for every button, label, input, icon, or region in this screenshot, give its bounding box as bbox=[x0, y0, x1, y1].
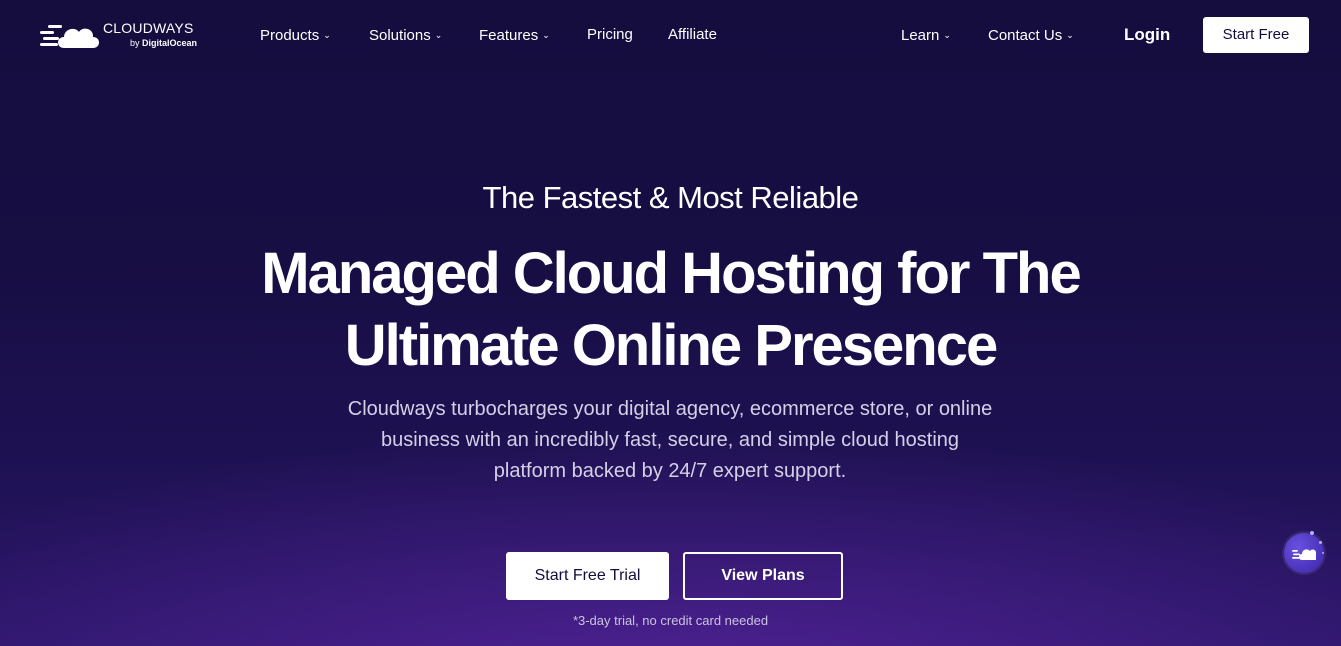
nav-contact-us[interactable]: Contact Us ⌄ bbox=[988, 24, 1074, 46]
start-free-button[interactable]: Start Free bbox=[1203, 17, 1309, 53]
nav-features[interactable]: Features ⌄ bbox=[479, 24, 550, 46]
chat-sparkle bbox=[1310, 531, 1314, 535]
chat-sparkle bbox=[1322, 552, 1324, 554]
trial-note: *3-day trial, no credit card needed bbox=[572, 613, 769, 628]
page: CLOUDWAYS by DigitalOcean Products ⌄ Solu… bbox=[0, 0, 1341, 646]
nav-products[interactable]: Products ⌄ bbox=[260, 24, 331, 46]
hero-description: Cloudways turbocharges your digital agen… bbox=[270, 394, 1070, 487]
start-free-trial-button[interactable]: Start Free Trial bbox=[506, 552, 669, 600]
nav-affiliate[interactable]: Affiliate bbox=[668, 24, 717, 46]
brand-byline: by DigitalOcean bbox=[130, 38, 198, 48]
nav-pricing[interactable]: Pricing bbox=[587, 24, 633, 46]
chat-widget-button[interactable] bbox=[1284, 533, 1324, 573]
chevron-down-icon: ⌄ bbox=[943, 30, 951, 40]
view-plans-button[interactable]: View Plans bbox=[683, 552, 843, 600]
hero-headline: Managed Cloud Hosting for The Ultimate O… bbox=[0, 238, 1341, 382]
login-link[interactable]: Login bbox=[1124, 23, 1170, 47]
hero-description-line-1: Cloudways turbocharges your digital agen… bbox=[347, 398, 993, 420]
nav-learn[interactable]: Learn ⌄ bbox=[901, 24, 951, 46]
chevron-down-icon: ⌄ bbox=[1066, 30, 1074, 40]
top-nav: CLOUDWAYS by DigitalOcean Products ⌄ Solu… bbox=[0, 0, 1341, 70]
chevron-down-icon: ⌄ bbox=[434, 30, 443, 40]
chat-cloud-icon bbox=[1292, 549, 1316, 560]
hero-description-line-3: platform backed by 24/7 expert support. bbox=[493, 460, 847, 482]
hero-headline-line-2: Ultimate Online Presence bbox=[344, 313, 998, 378]
hero-description-line-2: business with an incredibly fast, secure… bbox=[380, 429, 960, 451]
nav-solutions[interactable]: Solutions ⌄ bbox=[369, 24, 442, 46]
brand-name: CLOUDWAYS bbox=[103, 20, 194, 36]
cloud-speed-icon bbox=[40, 25, 99, 48]
chevron-down-icon: ⌄ bbox=[542, 30, 550, 40]
chat-sparkle bbox=[1319, 541, 1322, 544]
hero-headline-line-1: Managed Cloud Hosting for The bbox=[261, 241, 1081, 306]
brand-logo[interactable]: CLOUDWAYS by DigitalOcean bbox=[40, 18, 215, 52]
chevron-down-icon: ⌄ bbox=[323, 30, 331, 40]
hero-eyebrow: The Fastest & Most Reliable bbox=[482, 180, 859, 215]
